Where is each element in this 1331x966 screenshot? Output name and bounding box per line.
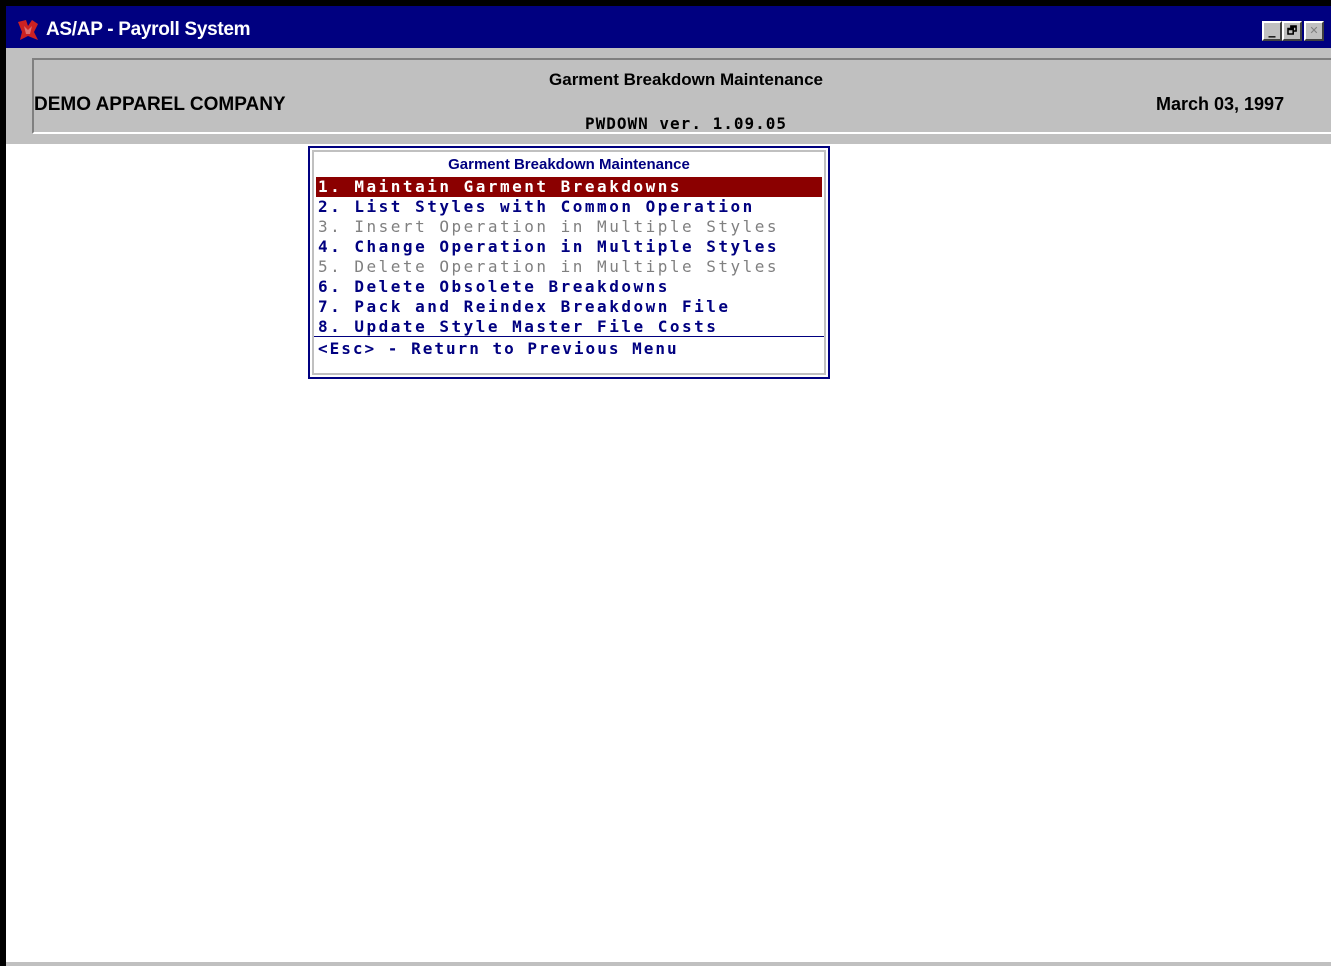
menu-item-update-style-master-costs[interactable]: 8. Update Style Master File Costs bbox=[316, 317, 822, 337]
close-button[interactable]: ✕ bbox=[1304, 21, 1324, 41]
window-title: AS/AP - Payroll System bbox=[46, 19, 251, 40]
menu-item-delete-operation-multiple-styles: 5. Delete Operation in Multiple Styles bbox=[318, 257, 780, 276]
menu-item-delete-obsolete-breakdowns[interactable]: 6. Delete Obsolete Breakdowns bbox=[316, 277, 822, 297]
header-panel: DEMO APPAREL COMPANY Garment Breakdown M… bbox=[6, 48, 1331, 144]
menu-item-list-styles-common-operation[interactable]: 2. List Styles with Common Operation bbox=[316, 197, 822, 217]
status-bar bbox=[6, 962, 1331, 966]
minimize-button[interactable]: _ bbox=[1262, 21, 1282, 41]
menu-item-pack-reindex-breakdown-file[interactable]: 7. Pack and Reindex Breakdown File bbox=[316, 297, 822, 317]
menu-item-change-operation-multiple-styles[interactable]: 4. Change Operation in Multiple Styles bbox=[316, 237, 822, 257]
maximize-button[interactable]: 🗗 bbox=[1282, 21, 1302, 41]
screen-title: Garment Breakdown Maintenance bbox=[549, 70, 823, 89]
close-icon: ✕ bbox=[1309, 24, 1319, 37]
restore-icon: 🗗 bbox=[1286, 24, 1298, 37]
menu-item-maintain-garment-breakdowns[interactable]: 1. Maintain Garment Breakdowns bbox=[316, 177, 822, 197]
menu-title: Garment Breakdown Maintenance bbox=[448, 156, 690, 173]
program-version: PWDOWN ver. 1.09.05 bbox=[584, 114, 788, 133]
app-logo-icon bbox=[18, 20, 38, 40]
app-window: AS/AP - Payroll System _ 🗗 ✕ DEMO APPARE… bbox=[6, 6, 1331, 966]
company-name: DEMO APPAREL COMPANY bbox=[34, 94, 286, 115]
return-previous-menu-option[interactable]: <Esc> - Return to Previous Menu bbox=[318, 339, 679, 359]
system-date: March 03, 1997 bbox=[1156, 94, 1285, 114]
minimize-icon: _ bbox=[1268, 22, 1276, 38]
title-bar[interactable]: AS/AP - Payroll System _ 🗗 ✕ bbox=[6, 6, 1331, 48]
menu-item-insert-operation-multiple-styles: 3. Insert Operation in Multiple Styles bbox=[318, 217, 780, 236]
menu-dialog: Garment Breakdown Maintenance 1. Maintai… bbox=[308, 146, 830, 379]
menu-divider bbox=[314, 336, 824, 337]
